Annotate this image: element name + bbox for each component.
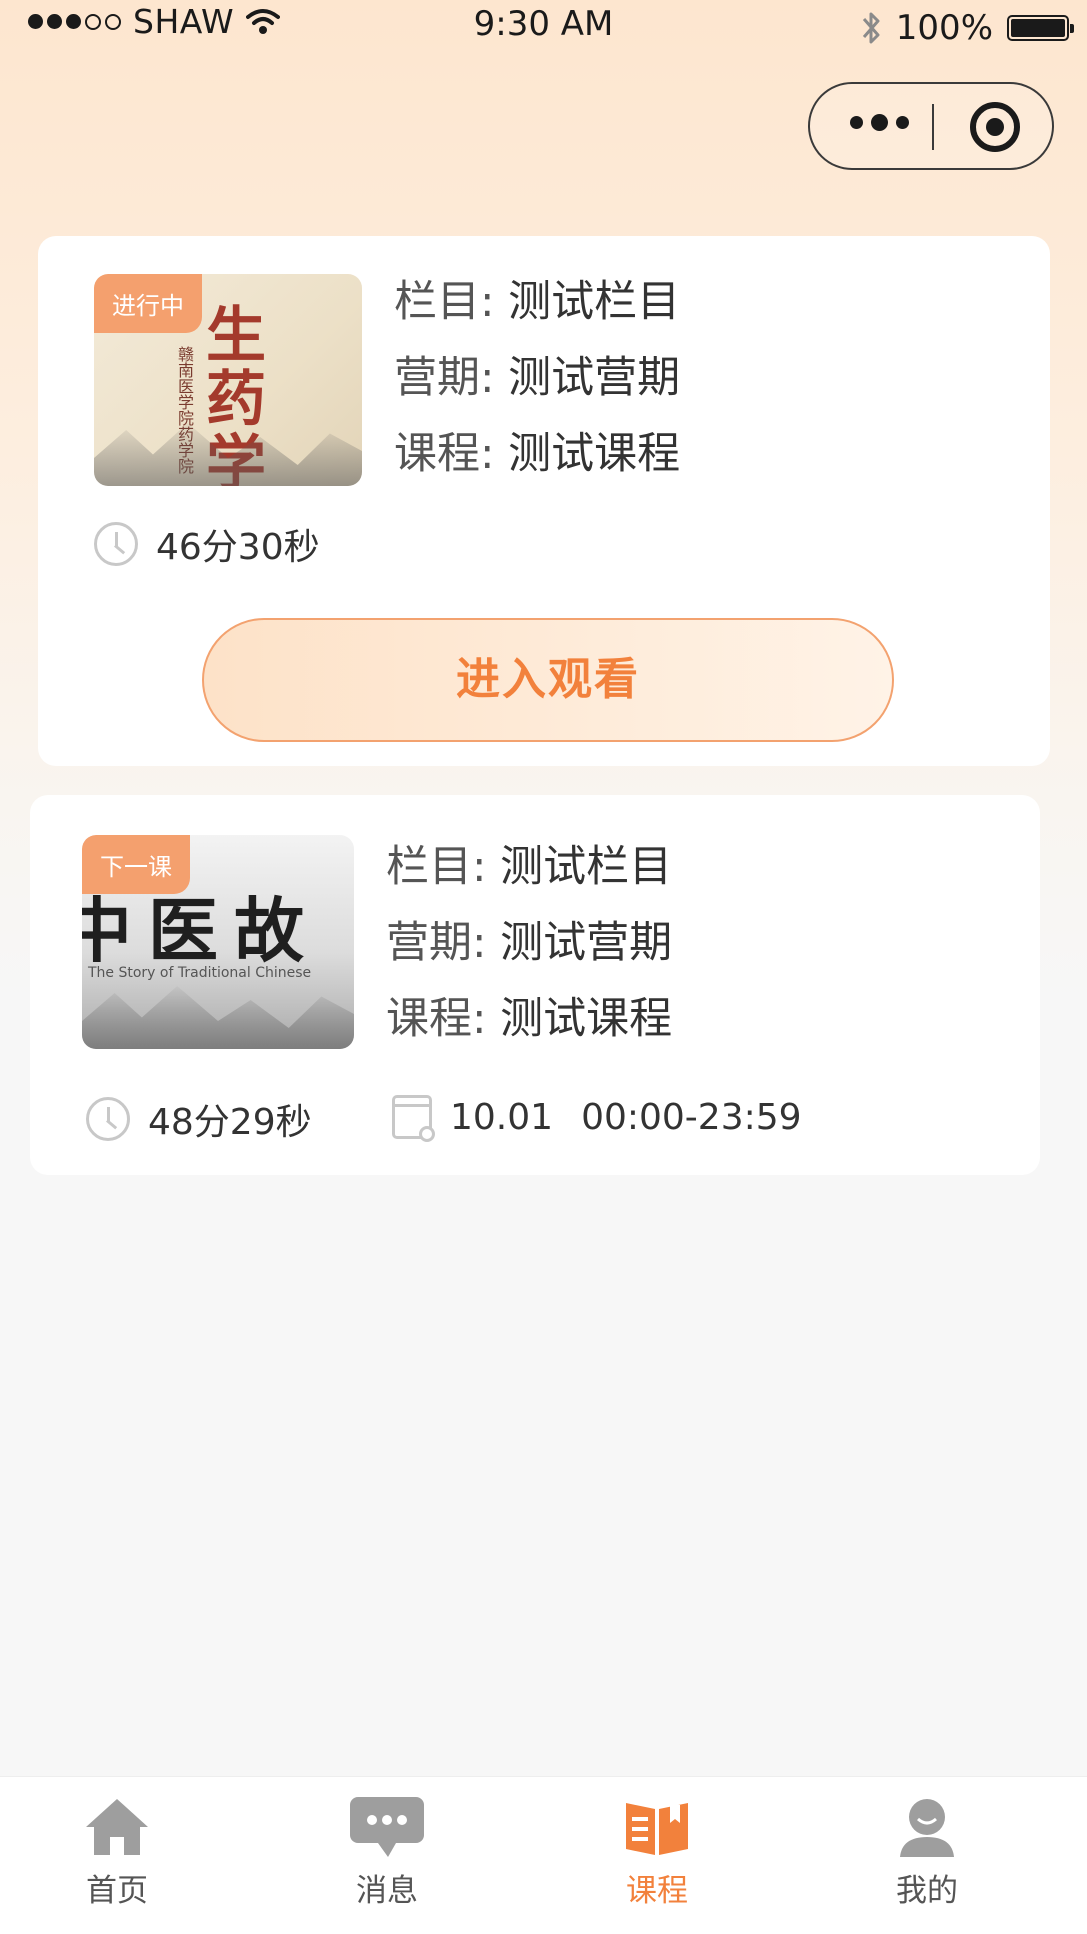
duration-text: 46分30秒 bbox=[156, 527, 320, 568]
home-icon bbox=[86, 1799, 148, 1855]
enter-watch-button[interactable]: 进入观看 bbox=[202, 618, 894, 742]
miniprogram-capsule bbox=[808, 82, 1054, 170]
schedule-time-range: 00:00-23:59 bbox=[581, 1096, 802, 1138]
course-card-next[interactable]: 中医故 The Story of Traditional Chinese 下一课… bbox=[30, 795, 1040, 1175]
clock-icon bbox=[86, 1097, 130, 1141]
bottom-tab-bar: 首页 消息 课程 我的 bbox=[0, 1776, 1087, 1934]
capsule-divider bbox=[932, 104, 934, 150]
column-value: 测试栏目 bbox=[508, 277, 681, 327]
tab-course[interactable]: 课程 bbox=[582, 1795, 732, 1910]
column-row: 栏目: 测试栏目 bbox=[386, 829, 672, 905]
battery-percentage: 100% bbox=[895, 8, 993, 48]
course-info: 栏目: 测试栏目 营期: 测试营期 课程: 测试课程 bbox=[386, 829, 672, 1057]
camp-label: 营期: bbox=[394, 353, 495, 403]
tab-label: 首页 bbox=[86, 1873, 148, 1909]
tab-label: 消息 bbox=[356, 1873, 418, 1909]
column-value: 测试栏目 bbox=[500, 842, 673, 892]
camp-label: 营期: bbox=[386, 918, 487, 968]
camp-value: 测试营期 bbox=[500, 918, 673, 968]
column-row: 栏目: 测试栏目 bbox=[394, 264, 680, 340]
bluetooth-icon bbox=[862, 12, 880, 44]
status-bar: SHAW 9:30 AM 100% bbox=[0, 0, 1087, 56]
duration: 46分30秒 bbox=[94, 518, 320, 570]
duration: 48分29秒 bbox=[86, 1093, 312, 1145]
column-label: 栏目: bbox=[386, 842, 487, 892]
status-badge: 进行中 bbox=[94, 274, 202, 333]
course-info: 栏目: 测试栏目 营期: 测试营期 课程: 测试课程 bbox=[394, 264, 680, 492]
schedule: 10.01 00:00-23:59 bbox=[392, 1095, 802, 1142]
clock-icon bbox=[94, 522, 138, 566]
tab-message[interactable]: 消息 bbox=[312, 1795, 462, 1910]
duration-text: 48分29秒 bbox=[148, 1102, 312, 1143]
tab-label: 课程 bbox=[626, 1873, 688, 1909]
course-cover-image[interactable]: 中医故 The Story of Traditional Chinese 下一课 bbox=[82, 835, 354, 1049]
course-value: 测试课程 bbox=[508, 429, 681, 479]
battery-icon bbox=[1007, 15, 1074, 41]
column-label: 栏目: bbox=[394, 277, 495, 327]
status-right: 100% bbox=[860, 8, 1074, 48]
schedule-date: 10.01 bbox=[450, 1096, 554, 1138]
tab-label: 我的 bbox=[896, 1873, 958, 1909]
cover-mountain-art bbox=[82, 986, 354, 1049]
course-row: 课程: 测试课程 bbox=[394, 416, 680, 492]
camp-row: 营期: 测试营期 bbox=[386, 905, 672, 981]
tab-home[interactable]: 首页 bbox=[42, 1795, 192, 1910]
course-label: 课程: bbox=[394, 429, 495, 479]
course-book-icon bbox=[626, 1803, 688, 1855]
more-dots-icon[interactable] bbox=[850, 114, 909, 131]
message-icon bbox=[350, 1797, 424, 1857]
course-row: 课程: 测试课程 bbox=[386, 981, 672, 1057]
cover-subtitle: The Story of Traditional Chinese bbox=[88, 965, 312, 981]
status-badge: 下一课 bbox=[82, 835, 190, 894]
tab-profile[interactable]: 我的 bbox=[852, 1795, 1002, 1910]
course-label: 课程: bbox=[386, 994, 487, 1044]
camp-value: 测试营期 bbox=[508, 353, 681, 403]
course-card-current: 赣南医学院药学院 生药学 进行中 栏目: 测试栏目 营期: 测试营期 课程: 测… bbox=[38, 236, 1050, 766]
profile-icon bbox=[900, 1799, 954, 1857]
course-cover-image[interactable]: 赣南医学院药学院 生药学 进行中 bbox=[94, 274, 362, 486]
camp-row: 营期: 测试营期 bbox=[394, 340, 680, 416]
target-icon[interactable] bbox=[970, 102, 1020, 152]
calendar-icon bbox=[392, 1095, 435, 1142]
course-value: 测试课程 bbox=[500, 994, 673, 1044]
